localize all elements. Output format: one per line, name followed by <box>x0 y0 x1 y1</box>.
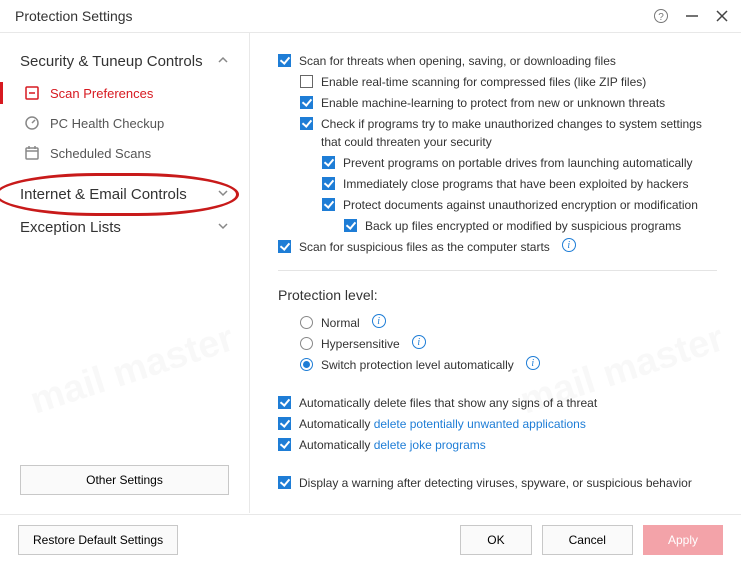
other-settings-button[interactable]: Other Settings <box>20 465 229 495</box>
ok-button[interactable]: OK <box>460 525 531 555</box>
label-auto-del-joke: Automatically delete joke programs <box>299 436 486 454</box>
sidebar: Security & Tuneup Controls Scan Preferen… <box>0 33 250 513</box>
label-ml-protect: Enable machine-learning to protect from … <box>321 94 665 112</box>
label-pl-hyper: Hypersensitive <box>321 335 400 353</box>
section-label: Security & Tuneup Controls <box>20 53 203 70</box>
page-title: Protection Settings <box>15 8 133 24</box>
label-auto-del-pua: Automatically delete potentially unwante… <box>299 415 586 433</box>
gauge-icon <box>24 115 40 131</box>
help-icon[interactable]: ? <box>653 8 669 24</box>
radio-pl-normal[interactable] <box>300 316 313 329</box>
checkbox-backup-enc[interactable] <box>344 219 357 232</box>
section-security-tuneup[interactable]: Security & Tuneup Controls <box>0 45 249 78</box>
chevron-down-icon <box>217 219 229 236</box>
sidebar-item-pc-health[interactable]: PC Health Checkup <box>0 108 249 138</box>
svg-text:?: ? <box>658 12 664 23</box>
section-label: Exception Lists <box>20 219 121 236</box>
checkbox-auto-del-pua[interactable] <box>278 417 291 430</box>
info-icon[interactable]: i <box>562 238 576 252</box>
info-icon[interactable]: i <box>526 356 540 370</box>
section-exception-lists[interactable]: Exception Lists <box>0 211 249 244</box>
checkbox-auto-del-joke[interactable] <box>278 438 291 451</box>
label-scan-threats: Scan for threats when opening, saving, o… <box>299 52 616 70</box>
checkbox-check-unauth[interactable] <box>300 117 313 130</box>
label-pl-auto: Switch protection level automatically <box>321 356 514 374</box>
checkbox-ml-protect[interactable] <box>300 96 313 109</box>
restore-defaults-button[interactable]: Restore Default Settings <box>18 525 178 555</box>
label-check-unauth: Check if programs try to make unauthoriz… <box>321 115 717 151</box>
chevron-down-icon <box>217 186 229 203</box>
sidebar-item-scan-preferences[interactable]: Scan Preferences <box>0 78 249 108</box>
checkbox-display-warning[interactable] <box>278 476 291 489</box>
link-delete-joke[interactable]: delete joke programs <box>374 438 486 452</box>
label-prevent-portable: Prevent programs on portable drives from… <box>343 154 693 172</box>
checkbox-scan-threats[interactable] <box>278 54 291 67</box>
sidebar-item-label: Scan Preferences <box>50 86 153 101</box>
label-auto-del-threat: Automatically delete files that show any… <box>299 394 597 412</box>
label-backup-enc: Back up files encrypted or modified by s… <box>365 217 681 235</box>
minimize-icon[interactable] <box>685 9 699 23</box>
calendar-icon <box>24 145 40 161</box>
link-delete-pua[interactable]: delete potentially unwanted applications <box>374 417 586 431</box>
cancel-button[interactable]: Cancel <box>542 525 633 555</box>
label-realtime-zip: Enable real-time scanning for compressed… <box>321 73 646 91</box>
label-protect-docs: Protect documents against unauthorized e… <box>343 196 698 214</box>
scan-icon <box>24 85 40 101</box>
section-internet-email[interactable]: Internet & Email Controls <box>0 178 249 211</box>
protection-level-title: Protection level: <box>278 285 717 306</box>
checkbox-realtime-zip[interactable] <box>300 75 313 88</box>
chevron-up-icon <box>217 53 229 70</box>
radio-pl-auto[interactable] <box>300 358 313 371</box>
checkbox-protect-docs[interactable] <box>322 198 335 211</box>
apply-button[interactable]: Apply <box>643 525 723 555</box>
info-icon[interactable]: i <box>372 314 386 328</box>
divider <box>278 270 717 271</box>
checkbox-scan-startup[interactable] <box>278 240 291 253</box>
section-label: Internet & Email Controls <box>20 186 187 203</box>
info-icon[interactable]: i <box>412 335 426 349</box>
checkbox-prevent-portable[interactable] <box>322 156 335 169</box>
label-pl-normal: Normal <box>321 314 360 332</box>
label-scan-startup: Scan for suspicious files as the compute… <box>299 238 550 256</box>
sidebar-item-scheduled-scans[interactable]: Scheduled Scans <box>0 138 249 168</box>
checkbox-auto-del-threat[interactable] <box>278 396 291 409</box>
sidebar-item-label: Scheduled Scans <box>50 146 151 161</box>
label-display-warning: Display a warning after detecting viruse… <box>299 474 692 492</box>
sidebar-item-label: PC Health Checkup <box>50 116 164 131</box>
content-panel: Scan for threats when opening, saving, o… <box>250 33 741 513</box>
label-close-exploited: Immediately close programs that have bee… <box>343 175 689 193</box>
checkbox-close-exploited[interactable] <box>322 177 335 190</box>
close-icon[interactable] <box>715 9 729 23</box>
radio-pl-hyper[interactable] <box>300 337 313 350</box>
